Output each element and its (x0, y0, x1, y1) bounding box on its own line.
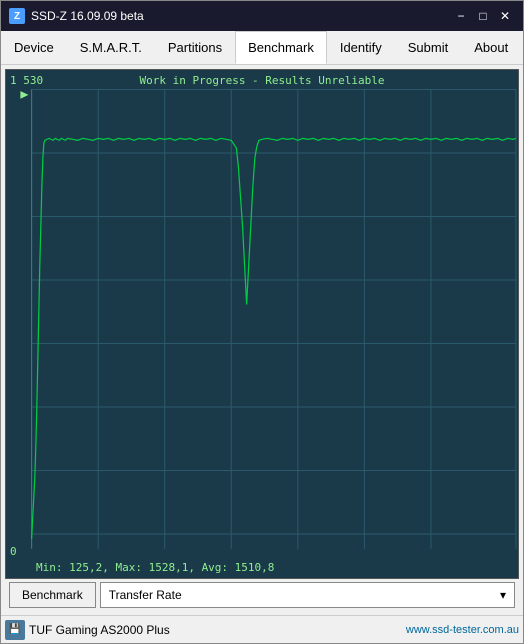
maximize-button[interactable]: □ (473, 6, 493, 26)
main-window: Z SSD-Z 16.09.09 beta − □ ✕ Device S.M.A… (0, 0, 524, 644)
menu-smart[interactable]: S.M.A.R.T. (67, 31, 155, 64)
menu-partitions[interactable]: Partitions (155, 31, 235, 64)
window-controls: − □ ✕ (451, 6, 515, 26)
chart-svg: ▶ (6, 70, 518, 578)
menu-benchmark[interactable]: Benchmark (235, 31, 327, 64)
drive-icon: 💾 (5, 620, 25, 640)
menu-device[interactable]: Device (1, 31, 67, 64)
transfer-rate-dropdown[interactable]: Transfer Rate ▾ (100, 582, 515, 608)
svg-text:▶: ▶ (20, 90, 28, 101)
benchmark-button[interactable]: Benchmark (9, 582, 96, 608)
title-bar: Z SSD-Z 16.09.09 beta − □ ✕ (1, 1, 523, 31)
menu-identify[interactable]: Identify (327, 31, 395, 64)
drive-name: TUF Gaming AS2000 Plus (29, 623, 402, 637)
dropdown-label: Transfer Rate (109, 588, 182, 602)
benchmark-chart: 1 530 Work in Progress - Results Unrelia… (5, 69, 519, 579)
window-title: SSD-Z 16.09.09 beta (31, 9, 451, 23)
minimize-button[interactable]: − (451, 6, 471, 26)
bottom-bar: Benchmark Transfer Rate ▾ (5, 579, 519, 611)
menu-bar: Device S.M.A.R.T. Partitions Benchmark I… (1, 31, 523, 65)
close-button[interactable]: ✕ (495, 6, 515, 26)
content-area: 1 530 Work in Progress - Results Unrelia… (1, 65, 523, 615)
menu-about[interactable]: About (461, 31, 521, 64)
dropdown-arrow-icon: ▾ (500, 588, 506, 602)
menu-submit[interactable]: Submit (395, 31, 461, 64)
status-bar: 💾 TUF Gaming AS2000 Plus www.ssd-tester.… (1, 615, 523, 643)
app-icon: Z (9, 8, 25, 24)
website-url: www.ssd-tester.com.au (406, 624, 519, 636)
